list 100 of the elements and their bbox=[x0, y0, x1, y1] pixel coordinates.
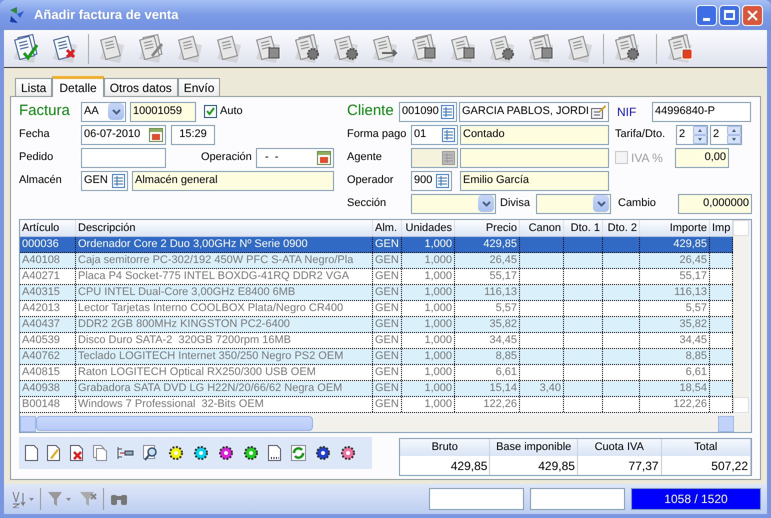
client-name-field: GARCIA PABLOS, JORDI bbox=[459, 102, 609, 122]
table-cell: 35,82 bbox=[640, 317, 710, 332]
table-cell: GEN bbox=[373, 317, 402, 332]
warehouse-code-field[interactable]: GEN bbox=[81, 170, 128, 190]
search-icon[interactable] bbox=[143, 445, 159, 461]
invoice-number-field[interactable]: 10001059 bbox=[130, 102, 196, 122]
horizontal-scrollbar[interactable] bbox=[20, 415, 751, 432]
section-select[interactable] bbox=[411, 194, 496, 214]
table-row[interactable]: A42013 Lector Tarjetas Interno COOLBOX Plata/Negro CR400 GEN 1,000 5,57 5,57 bbox=[20, 301, 733, 317]
discount-spinner[interactable]: 2 bbox=[710, 124, 742, 144]
table-cell: B00148 bbox=[20, 397, 76, 412]
close-button[interactable] bbox=[742, 4, 763, 26]
tab[interactable]: Detalle bbox=[52, 76, 104, 97]
table-cell: GEN bbox=[373, 365, 402, 380]
table-cell: 55,17 bbox=[640, 269, 710, 284]
insert-row-icon[interactable] bbox=[116, 445, 134, 461]
column-header[interactable]: Alm. bbox=[373, 220, 402, 236]
column-header[interactable]: Dto. 1 bbox=[564, 220, 603, 236]
table-row[interactable]: A40108 Caja semitorre PC-302/192 450W PFC S-ATA Negro/Pla GEN 1,000 26,45 26,45 bbox=[20, 253, 733, 269]
table-row[interactable]: B00148 Windows 7 Professional 32-Bits OEM GEN 1,000 122,26 122,26 bbox=[20, 397, 733, 413]
currency-select[interactable] bbox=[536, 194, 611, 214]
table-row[interactable]: A40271 Placa P4 Socket-775 INTEL BOXDG-41RQ DDR2 VGA GEN 1,000 55,17 55,17 bbox=[20, 269, 733, 285]
totals-value: 429,85 bbox=[400, 456, 490, 475]
tab[interactable]: Lista bbox=[15, 78, 52, 97]
list-icon[interactable] bbox=[436, 174, 449, 188]
calendar-icon[interactable] bbox=[317, 150, 331, 164]
column-header[interactable]: Artículo bbox=[20, 220, 76, 236]
gear-icon[interactable] bbox=[168, 445, 184, 461]
copy-document-icon[interactable] bbox=[93, 445, 107, 461]
payment-code-field[interactable]: 01 bbox=[411, 124, 458, 144]
field-label: Forma pago bbox=[347, 127, 408, 142]
table-cell: GEN bbox=[373, 253, 402, 268]
table-row[interactable]: A40815 Raton LOGITECH Optical RX250/300 USB OEM GEN 1,000 6,61 6,61 bbox=[20, 365, 733, 381]
list-icon[interactable] bbox=[112, 174, 125, 188]
edit-card-icon[interactable] bbox=[591, 104, 606, 118]
order-field[interactable] bbox=[81, 148, 166, 168]
gear-icon[interactable] bbox=[243, 445, 259, 461]
edit-document-icon[interactable] bbox=[47, 445, 61, 461]
table-row[interactable]: A40315 CPU INTEL Dual-Core 3,00GHz E8400 6MB GEN 1,000 116,13 116,13 bbox=[20, 285, 733, 301]
list-icon[interactable] bbox=[442, 128, 455, 142]
table-cell: 34,45 bbox=[640, 333, 710, 348]
window-title: Añadir factura de venta bbox=[34, 6, 178, 24]
table-cell: 55,17 bbox=[455, 269, 520, 284]
table-cell: Raton LOGITECH Optical RX250/300 USB OEM bbox=[76, 365, 373, 380]
gear-icon[interactable] bbox=[340, 445, 356, 461]
table-cell: 8,85 bbox=[640, 349, 710, 364]
table-cell: 8,85 bbox=[455, 349, 520, 364]
column-header[interactable]: Importe bbox=[640, 220, 710, 236]
calendar-icon[interactable] bbox=[149, 128, 163, 142]
field-label: Almacén bbox=[19, 173, 63, 188]
gear-icon[interactable] bbox=[218, 445, 234, 461]
new-document-icon[interactable] bbox=[25, 445, 38, 461]
field-label: Cliente bbox=[347, 101, 395, 122]
field-label: Cambio bbox=[618, 196, 657, 212]
filter-clear-icon[interactable] bbox=[79, 490, 97, 508]
refresh-icon[interactable] bbox=[291, 445, 306, 461]
spinner-icon[interactable] bbox=[727, 126, 741, 144]
table-row[interactable]: A40762 Teclado LOGITECH Internet 350/250 Negro PS2 OEM GEN 1,000 8,85 8,85 bbox=[20, 349, 733, 365]
minimize-button[interactable] bbox=[696, 4, 717, 26]
gear-icon[interactable] bbox=[315, 445, 331, 461]
table-cell: 1,000 bbox=[402, 285, 455, 300]
table-cell: 000036 bbox=[20, 237, 76, 252]
sort-icon[interactable] bbox=[10, 490, 34, 508]
operator-code-field[interactable]: 900 bbox=[411, 170, 452, 190]
tab[interactable]: Envío bbox=[178, 78, 220, 97]
table-cell: Lector Tarjetas Interno COOLBOX Plata/Negro CR400 bbox=[76, 301, 373, 316]
gear-icon[interactable] bbox=[193, 445, 209, 461]
client-code-field[interactable]: 001090 bbox=[399, 102, 457, 122]
table-cell: 1,000 bbox=[402, 237, 455, 252]
column-header[interactable]: Dto. 2 bbox=[603, 220, 640, 236]
column-header[interactable]: Descripción bbox=[76, 220, 373, 236]
totals-value: 507,22 bbox=[662, 456, 751, 475]
column-header[interactable]: Unidades bbox=[402, 220, 455, 236]
exchange-rate-field[interactable]: 0,000000 bbox=[678, 194, 752, 214]
rate-spinner[interactable]: 2 bbox=[676, 124, 708, 144]
table-cell: 18,54 bbox=[640, 381, 710, 396]
series-select[interactable]: AA bbox=[81, 102, 126, 122]
column-header[interactable]: Canon bbox=[520, 220, 564, 236]
time-field[interactable]: 15:29 bbox=[171, 124, 215, 144]
table-row[interactable]: A40938 Grabadora SATA DVD LG H22N/20/66/62 Negra OEM GEN 1,000 15,14 3,40 18,54 bbox=[20, 381, 733, 397]
field-label: Factura bbox=[19, 101, 71, 122]
table-row[interactable]: 000036 Ordenador Core 2 Duo 3,00GHz Nº Serie 0900 GEN 1,000 429,85 429,85 bbox=[20, 237, 733, 253]
table-row[interactable]: A40437 DDR2 2GB 800MHz KINGSTON PC2-6400 GEN 1,000 35,82 35,82 bbox=[20, 317, 733, 333]
table-cell: GEN bbox=[373, 333, 402, 348]
column-header[interactable]: Precio bbox=[455, 220, 520, 236]
spinner-icon[interactable] bbox=[693, 126, 707, 144]
tab[interactable]: Otros datos bbox=[104, 78, 178, 97]
nif-field[interactable]: 44996840-P bbox=[652, 102, 751, 122]
auto-checkbox[interactable] bbox=[204, 105, 217, 118]
table-cell: GEN bbox=[373, 237, 402, 252]
delete-document-icon[interactable] bbox=[70, 445, 84, 461]
operation-date-field[interactable]: - - bbox=[256, 148, 334, 168]
document-more-icon[interactable] bbox=[268, 445, 282, 461]
table-row[interactable]: A40539 Disco Duro SATA-2 320GB 7200rpm 16MB GEN 1,000 34,45 34,45 bbox=[20, 333, 733, 349]
table-cell: Disco Duro SATA-2 320GB 7200rpm 16MB bbox=[76, 333, 373, 348]
vertical-scrollbar[interactable] bbox=[733, 220, 749, 413]
close-icon bbox=[747, 10, 758, 20]
maximize-button[interactable] bbox=[719, 4, 740, 26]
list-icon[interactable] bbox=[441, 104, 454, 118]
date-field[interactable]: 06-07-2010 bbox=[81, 124, 166, 144]
